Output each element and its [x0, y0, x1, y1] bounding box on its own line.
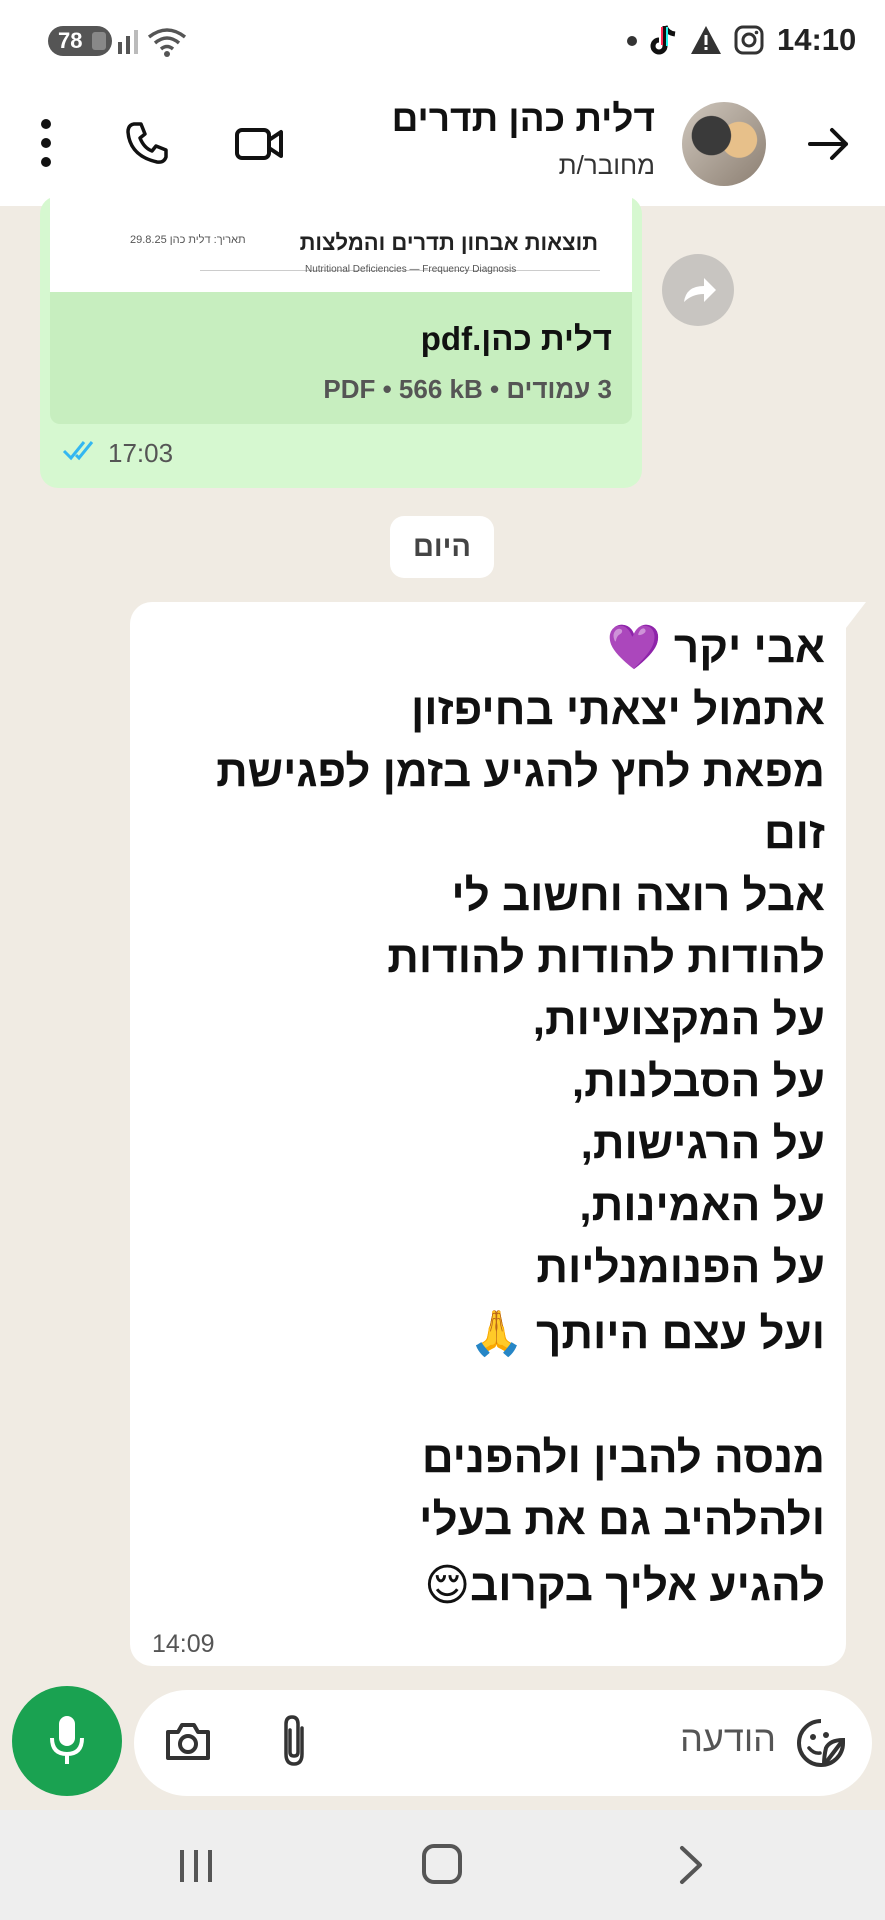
message-input-placeholder: הודעה — [680, 1718, 776, 1759]
chat-area[interactable]: תוצאות אבחון תדרים והמלצות 29.8.25 תאריך… — [0, 196, 885, 1686]
message-line: זום — [763, 809, 825, 858]
system-nav-bar — [0, 1810, 885, 1920]
pdf-message-bubble[interactable]: תוצאות אבחון תדרים והמלצות 29.8.25 תאריך… — [40, 196, 642, 488]
contact-avatar[interactable] — [682, 102, 766, 186]
warning-icon — [691, 26, 721, 54]
mic-icon — [50, 1716, 84, 1764]
message-line: ולהלהיב גם את בעלי — [419, 1495, 825, 1544]
pdf-preview-title: תוצאות אבחון תדרים והמלצות — [299, 230, 598, 255]
message-line: אתמול יצאתי בחיפזון — [410, 685, 825, 734]
message-line: על האמינות, — [579, 1181, 825, 1230]
pdf-preview-subtitle: Nutritional Deficiencies — Frequency Dia… — [305, 264, 517, 275]
date-separator: היום — [390, 516, 494, 578]
message-line: על הסבלנות, — [571, 1057, 825, 1106]
message-line: על המקצועיות, — [532, 995, 825, 1044]
chat-header: דלית כהן תדרים מחובר/ת — [0, 82, 885, 206]
pdf-file-meta: 3 עמודים • PDF • 566 kB — [323, 374, 612, 404]
message-time: 14:09 — [152, 1630, 215, 1658]
message-line: ועל עצם היותך 🙏 — [469, 1309, 825, 1358]
forward-button[interactable] — [662, 254, 734, 326]
video-call-icon[interactable] — [234, 122, 284, 166]
pdf-preview-meta: 29.8.25 תאריך: דלית כהן — [130, 234, 246, 246]
contact-name[interactable]: דלית כהן תדרים — [295, 98, 655, 140]
phone-call-icon[interactable] — [124, 120, 170, 166]
status-clock: 14:10 — [777, 22, 857, 57]
more-options-icon[interactable] — [40, 118, 52, 168]
read-ticks-icon — [62, 441, 94, 461]
wifi-icon — [147, 28, 187, 57]
message-input[interactable]: הודעה — [134, 1690, 872, 1796]
message-line: להודות להודות להודות — [387, 933, 825, 982]
signal-icon — [118, 30, 138, 54]
message-line: אבל רוצה וחשוב לי — [451, 871, 825, 920]
notification-dot-icon — [627, 36, 637, 46]
message-line: אבי יקר 💜 — [606, 623, 825, 672]
pdf-message-time: 17:03 — [108, 438, 174, 468]
instagram-icon — [734, 25, 764, 55]
forward-icon — [684, 278, 716, 302]
pdf-preview[interactable]: תוצאות אבחון תדרים והמלצות 29.8.25 תאריך… — [50, 196, 632, 292]
camera-icon[interactable] — [164, 1720, 212, 1762]
sticker-icon[interactable] — [796, 1718, 846, 1768]
pdf-file-name: דלית כהן.pdf — [420, 320, 612, 357]
nav-back-icon[interactable] — [676, 1844, 706, 1886]
battery-level: 78 — [58, 28, 83, 53]
back-arrow-icon[interactable] — [804, 120, 852, 168]
message-line: מפאת לחץ להגיע בזמן לפגישת — [216, 747, 825, 796]
status-right: 14:10 — [585, 18, 885, 64]
battery-indicator: 78 — [48, 26, 112, 56]
home-icon[interactable] — [422, 1844, 462, 1884]
recent-apps-icon[interactable] — [176, 1848, 216, 1884]
tiktok-icon — [650, 25, 676, 55]
message-line: מנסה להבין ולהפנים — [421, 1433, 825, 1482]
status-bar: 78 14:10 — [0, 0, 885, 82]
voice-record-button[interactable] — [12, 1686, 122, 1796]
contact-status: מחובר/ת — [558, 150, 655, 180]
message-line: להגיע אליך בקרוב😌 — [424, 1561, 825, 1610]
message-line: על הרגישות, — [580, 1119, 825, 1168]
message-tail — [838, 602, 866, 628]
message-line: על הפנומנליות — [536, 1243, 825, 1292]
attach-icon[interactable] — [276, 1712, 312, 1770]
